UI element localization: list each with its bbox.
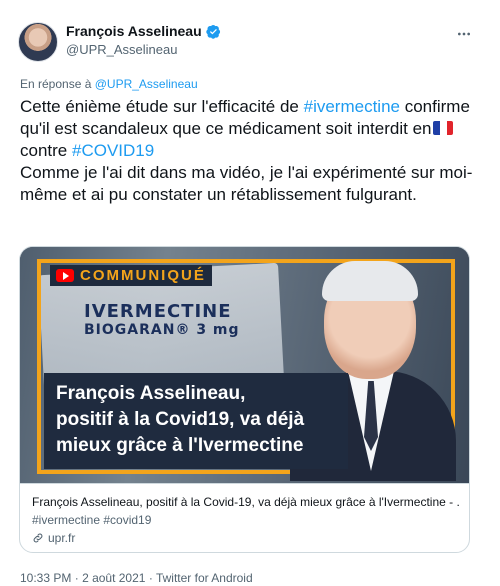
medicine-dose: BIOGARAN® 3 mg (84, 322, 240, 338)
headline-line: mieux grâce à l'Ivermectine (56, 435, 304, 456)
card-info[interactable]: François Asselineau, positif à la Covid-… (20, 483, 469, 552)
reply-context: En réponse à @UPR_Asselineau (20, 76, 198, 92)
tweet-text-segment: Comme je l'ai dit dans ma vidéo, je l'ai… (20, 163, 473, 204)
headline-line: François Asselineau, (56, 383, 246, 404)
card-image[interactable]: COMMUNIQUÉ IVERMECTINE BIOGARAN® 3 mg Fr… (20, 247, 469, 483)
link-preview-card[interactable]: COMMUNIQUÉ IVERMECTINE BIOGARAN® 3 mg Fr… (19, 246, 470, 553)
avatar[interactable] (18, 22, 58, 62)
communique-badge: COMMUNIQUÉ (50, 265, 212, 286)
author-display-name[interactable]: François Asselineau (66, 22, 202, 40)
verified-badge-icon (205, 24, 220, 39)
tweet-meta: 10:33 PM · 2 août 2021 · Twitter for And… (20, 570, 253, 586)
image-headline: François Asselineau, positif à la Covid1… (44, 373, 348, 469)
tweet-text: Cette énième étude sur l'efficacité de #… (20, 96, 480, 206)
reply-prefix: En réponse à (20, 77, 92, 91)
communique-label: COMMUNIQUÉ (80, 267, 206, 284)
hashtag-link[interactable]: #COVID19 (72, 141, 154, 160)
author-handle[interactable]: @UPR_Asselineau (66, 41, 221, 59)
headline-line: positif à la Covid19, va déjà (56, 409, 305, 430)
meta-separator: · (74, 571, 79, 585)
tweet-source[interactable]: Twitter for Android (156, 571, 253, 585)
meta-separator: · (148, 571, 153, 585)
hashtag-link[interactable]: #ivermectine (304, 97, 400, 116)
card-description: #ivermectine #covid19 (32, 513, 152, 527)
card-title[interactable]: François Asselineau, positif à la Covid-… (32, 494, 459, 510)
tweet: François Asselineau @UPR_Asselineau En r… (0, 0, 500, 586)
youtube-play-icon (56, 269, 74, 282)
medicine-label: IVERMECTINE BIOGARAN® 3 mg (84, 301, 240, 338)
more-options-icon[interactable] (456, 26, 472, 42)
tweet-date[interactable]: 2 août 2021 (82, 571, 145, 585)
tweet-text-segment: contre (20, 141, 72, 160)
france-flag-icon (433, 121, 454, 135)
link-icon (33, 533, 43, 543)
tweet-text-segment: Cette énième étude sur l'efficacité de (20, 97, 304, 116)
reply-to-link[interactable]: @UPR_Asselineau (95, 77, 198, 91)
medicine-name: IVERMECTINE (84, 301, 232, 322)
card-domain-row: upr.fr (32, 530, 459, 546)
card-domain: upr.fr (48, 531, 76, 545)
author-block: François Asselineau @UPR_Asselineau (66, 22, 221, 59)
author-name-row[interactable]: François Asselineau (66, 22, 221, 40)
tweet-time[interactable]: 10:33 PM (20, 571, 71, 585)
